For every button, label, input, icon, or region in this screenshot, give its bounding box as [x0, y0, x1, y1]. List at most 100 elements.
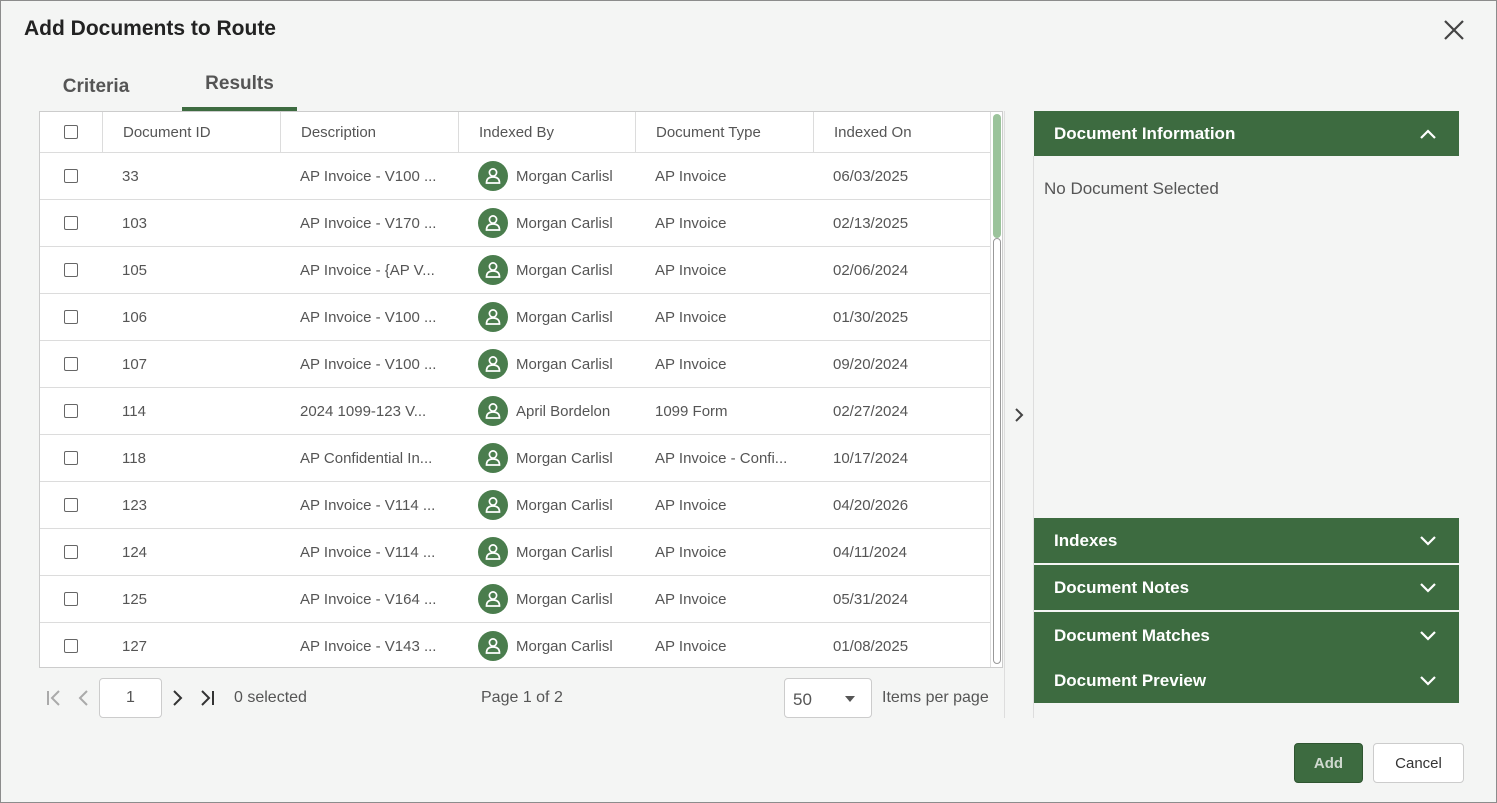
cell-indexed-by: April Bordelon: [458, 388, 635, 434]
user-avatar-icon: [478, 396, 508, 426]
row-checkbox[interactable]: [64, 357, 78, 371]
previous-page-icon[interactable]: [73, 686, 95, 710]
tab-results[interactable]: Results: [182, 71, 297, 111]
user-avatar-icon: [478, 584, 508, 614]
cell-indexed-on: 02/27/2024: [833, 402, 909, 420]
document-notes-header[interactable]: Document Notes: [1034, 565, 1459, 610]
cell-document-type: AP Invoice - Confi...: [655, 449, 788, 467]
add-documents-dialog: Add Documents to Route Criteria Results …: [0, 0, 1497, 803]
row-checkbox[interactable]: [64, 169, 78, 183]
table-row[interactable]: 123 AP Invoice - V114 ... Morgan Carlisl AP…: [40, 482, 992, 529]
indexed-by-name: Morgan Carlisl: [516, 355, 613, 373]
cell-indexed-by: Morgan Carlisl: [458, 576, 635, 622]
dialog-title: Add Documents to Route: [24, 17, 276, 40]
row-checkbox[interactable]: [64, 216, 78, 230]
grid-scrollbar-thumb[interactable]: [993, 114, 1001, 238]
table-row[interactable]: 125 AP Invoice - V164 ... Morgan Carlisl AP…: [40, 576, 992, 623]
cell-document-type: AP Invoice: [655, 261, 727, 279]
chevron-down-icon: [1419, 580, 1437, 596]
row-select-cell: [40, 388, 102, 434]
cell-description: AP Invoice - V170 ...: [300, 214, 437, 232]
grid-scrollbar[interactable]: [990, 112, 1002, 667]
user-avatar-icon: [478, 631, 508, 661]
grid-header-row: Document ID Description Indexed By Docum…: [40, 112, 992, 153]
page-number-input[interactable]: [99, 678, 162, 718]
cell-document-id: 118: [122, 449, 146, 467]
document-notes-title: Document Notes: [1054, 577, 1190, 597]
cell-document-type: AP Invoice: [655, 637, 727, 655]
document-information-header[interactable]: Document Information: [1034, 111, 1459, 156]
cell-document-id: 106: [122, 308, 148, 326]
last-page-icon[interactable]: [196, 686, 218, 710]
expand-panel-icon[interactable]: [1009, 404, 1029, 426]
cell-document-id: 127: [122, 637, 148, 655]
cell-document-type: AP Invoice: [655, 308, 727, 326]
first-page-icon[interactable]: [43, 686, 65, 710]
row-checkbox[interactable]: [64, 310, 78, 324]
cancel-button[interactable]: Cancel: [1373, 743, 1464, 783]
table-row[interactable]: 118 AP Confidential In... Morgan Carlisl AP…: [40, 435, 992, 482]
document-information-title: Document Information: [1054, 123, 1236, 143]
cell-document-id: 107: [122, 355, 148, 373]
row-checkbox[interactable]: [64, 639, 78, 653]
cell-indexed-by: Morgan Carlisl: [458, 435, 635, 481]
row-checkbox[interactable]: [64, 263, 78, 277]
cell-indexed-by: Morgan Carlisl: [458, 529, 635, 575]
cell-indexed-on: 04/11/2024: [833, 543, 907, 561]
add-button[interactable]: Add: [1294, 743, 1363, 783]
cell-indexed-by: Morgan Carlisl: [458, 294, 635, 340]
column-header-indexed-by[interactable]: Indexed By: [458, 112, 635, 152]
chevron-down-icon: [1419, 628, 1437, 644]
user-avatar-icon: [478, 443, 508, 473]
column-header-indexed-on[interactable]: Indexed On: [813, 112, 992, 152]
document-matches-header[interactable]: Document Matches: [1034, 612, 1459, 659]
indexes-header[interactable]: Indexes: [1034, 518, 1459, 563]
row-select-cell: [40, 623, 102, 667]
cell-indexed-on: 01/30/2025: [833, 308, 909, 326]
cell-description: 2024 1099-123 V...: [300, 402, 427, 420]
cell-indexed-on: 02/06/2024: [833, 261, 909, 279]
table-row[interactable]: 103 AP Invoice - V170 ... Morgan Carlisl AP…: [40, 200, 992, 247]
cell-description: AP Invoice - V114 ...: [300, 543, 436, 561]
cell-indexed-on: 04/20/2026: [833, 496, 909, 514]
select-all-checkbox[interactable]: [64, 125, 78, 139]
cell-document-type: AP Invoice: [655, 543, 727, 561]
column-header-description[interactable]: Description: [280, 112, 458, 152]
cell-indexed-by: Morgan Carlisl: [458, 623, 635, 667]
cell-document-id: 105: [122, 261, 148, 279]
table-row[interactable]: 124 AP Invoice - V114 ... Morgan Carlisl AP…: [40, 529, 992, 576]
cell-indexed-on: 01/08/2025: [833, 637, 909, 655]
row-checkbox[interactable]: [64, 404, 78, 418]
indexed-by-name: Morgan Carlisl: [516, 449, 613, 467]
tab-criteria[interactable]: Criteria: [41, 71, 151, 111]
cell-description: AP Invoice - V143 ...: [300, 637, 437, 655]
cell-document-id: 123: [122, 496, 148, 514]
row-select-cell: [40, 153, 102, 199]
indexed-by-name: Morgan Carlisl: [516, 543, 613, 561]
user-avatar-icon: [478, 302, 508, 332]
close-icon[interactable]: [1439, 15, 1469, 45]
table-row[interactable]: 114 2024 1099-123 V... April Bordelon 1099 …: [40, 388, 992, 435]
row-checkbox[interactable]: [64, 451, 78, 465]
cell-description: AP Invoice - V100 ...: [300, 167, 437, 185]
next-page-icon[interactable]: [166, 686, 188, 710]
cell-indexed-by: Morgan Carlisl: [458, 153, 635, 199]
table-row[interactable]: 105 AP Invoice - {AP V... Morgan Carlisl AP…: [40, 247, 992, 294]
cell-indexed-on: 05/31/2024: [833, 590, 909, 608]
row-checkbox[interactable]: [64, 498, 78, 512]
row-checkbox[interactable]: [64, 592, 78, 606]
table-row[interactable]: 33 AP Invoice - V100 ... Morgan Carlisl AP …: [40, 153, 992, 200]
row-checkbox[interactable]: [64, 545, 78, 559]
user-avatar-icon: [478, 161, 508, 191]
table-row[interactable]: 106 AP Invoice - V100 ... Morgan Carlisl AP…: [40, 294, 992, 341]
document-preview-header[interactable]: Document Preview: [1034, 659, 1459, 703]
column-header-document-type[interactable]: Document Type: [635, 112, 813, 152]
table-row[interactable]: 107 AP Invoice - V100 ... Morgan Carlisl AP…: [40, 341, 992, 388]
items-per-page-select[interactable]: 50: [784, 678, 872, 718]
cell-indexed-on: 10/17/2024: [833, 449, 909, 467]
cell-indexed-by: Morgan Carlisl: [458, 341, 635, 387]
column-header-document-id[interactable]: Document ID: [102, 112, 280, 152]
table-row[interactable]: 127 AP Invoice - V143 ... Morgan Carlisl AP…: [40, 623, 992, 667]
chevron-down-icon: [1419, 673, 1437, 689]
row-select-cell: [40, 576, 102, 622]
